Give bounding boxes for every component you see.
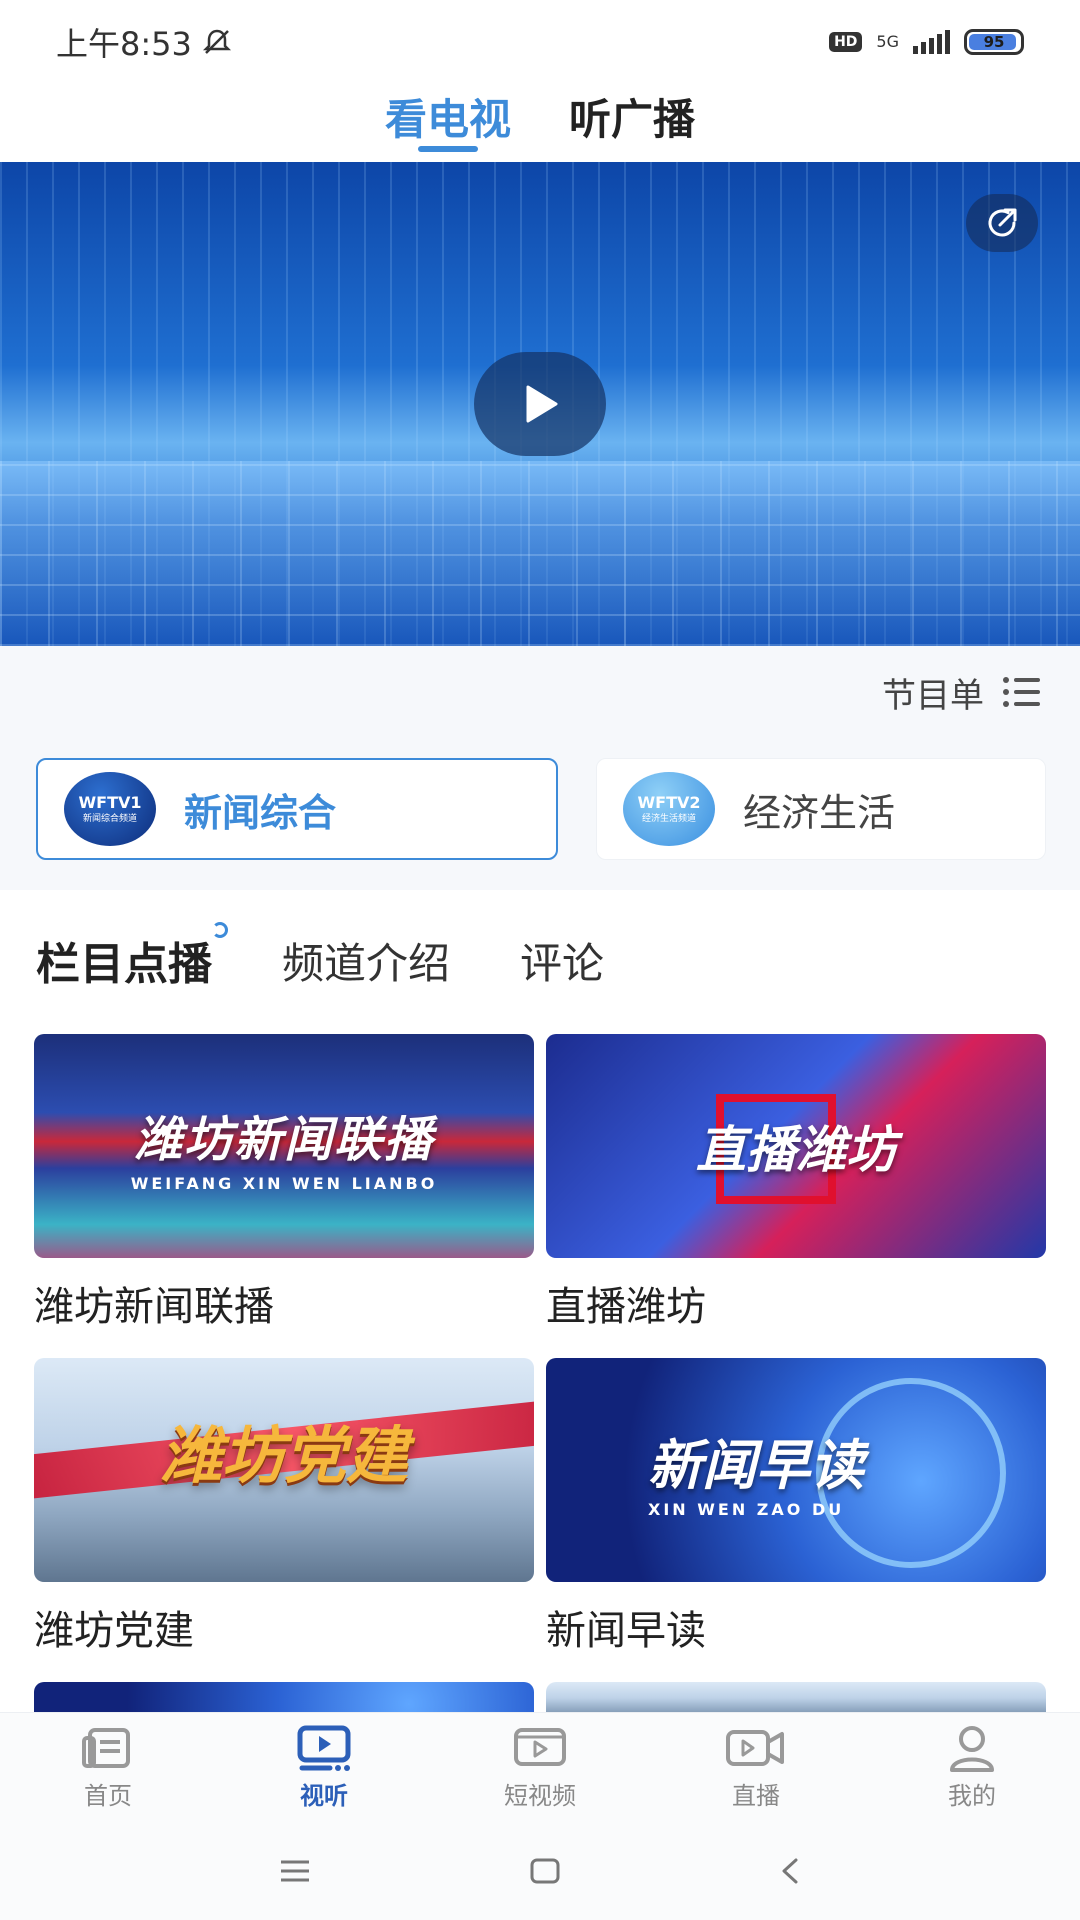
program-thumbnail: 潍坊党建 bbox=[34, 1358, 534, 1582]
tab-watch-tv[interactable]: 看电视 bbox=[385, 84, 511, 162]
section-tabs: 栏目点播 频道介绍 评论 bbox=[36, 920, 604, 1000]
channel-card-economy[interactable]: WFTV2 经济生活频道 经济生活 bbox=[596, 758, 1046, 860]
system-nav bbox=[0, 1822, 1080, 1920]
thumbnail-title: 潍坊新闻联播 bbox=[133, 1111, 434, 1168]
share-button[interactable] bbox=[966, 194, 1038, 252]
status-icons: HD 5G 95 bbox=[829, 29, 1024, 55]
play-button[interactable] bbox=[474, 352, 606, 456]
nav-label: 视听 bbox=[300, 1782, 348, 1810]
logo-subtitle: 经济生活频道 bbox=[641, 813, 696, 824]
program-title: 直播潍坊 bbox=[546, 1284, 706, 1330]
program-card[interactable]: 潍坊新闻联播 WEIFANG XIN WEN LIANBO 潍坊新闻联播 bbox=[34, 1034, 534, 1332]
live-camera-icon bbox=[726, 1730, 784, 1766]
nav-audio-video[interactable]: 视听 bbox=[244, 1724, 404, 1811]
thumbnail-subtitle: WEIFANG XIN WEN LIANBO bbox=[130, 1173, 438, 1193]
thumbnail-subtitle: XIN WEN ZAO DU bbox=[648, 1500, 845, 1519]
user-icon bbox=[950, 1726, 994, 1772]
short-video-icon bbox=[514, 1728, 566, 1766]
tab-comments[interactable]: 评论 bbox=[520, 930, 604, 991]
status-time-group: 上午8:53 bbox=[56, 19, 232, 65]
menu-icon[interactable] bbox=[278, 1858, 312, 1884]
refresh-indicator-icon bbox=[212, 922, 228, 938]
nav-mine[interactable]: 我的 bbox=[892, 1724, 1052, 1811]
channel-logo: WFTV2 经济生活频道 bbox=[623, 772, 715, 846]
channel-name: 经济生活 bbox=[743, 790, 896, 835]
home-square-icon[interactable] bbox=[529, 1857, 561, 1885]
thumbnail-title: 直播潍坊 bbox=[696, 1120, 896, 1179]
home-icon bbox=[82, 1728, 130, 1768]
player-background bbox=[0, 461, 1080, 646]
channel-card-news[interactable]: WFTV1 新闻综合频道 新闻综合 bbox=[36, 758, 558, 860]
network-type: 5G bbox=[876, 32, 899, 51]
video-player[interactable] bbox=[0, 162, 1080, 646]
nav-home[interactable]: 首页 bbox=[28, 1724, 188, 1811]
channel-name: 新闻综合 bbox=[184, 790, 337, 835]
top-tabs: 看电视 听广播 bbox=[0, 84, 1080, 162]
program-title: 潍坊党建 bbox=[34, 1608, 194, 1654]
program-thumbnail: 直播潍坊 bbox=[546, 1034, 1046, 1258]
logo-number: 2 bbox=[689, 792, 701, 812]
bottom-nav: 首页 视听 短视频 直播 我的 bbox=[0, 1712, 1080, 1822]
app-screen: 上午8:53 HD 5G 95 看电视 听广播 节目单 WFTV1 新闻综合频道… bbox=[0, 0, 1080, 1920]
tab-listen-radio[interactable]: 听广播 bbox=[569, 84, 695, 162]
nav-short-video[interactable]: 短视频 bbox=[460, 1724, 620, 1811]
program-title: 新闻早读 bbox=[546, 1608, 706, 1654]
program-card[interactable]: 潍坊党建 潍坊党建 bbox=[34, 1358, 534, 1656]
logo-text: WFTV bbox=[78, 792, 131, 812]
hd-badge: HD bbox=[829, 32, 863, 52]
channel-strip: WFTV1 新闻综合频道 新闻综合 WFTV2 经济生活频道 经济生活 bbox=[0, 738, 1080, 890]
nav-label: 短视频 bbox=[504, 1782, 576, 1810]
nav-label: 直播 bbox=[732, 1782, 780, 1810]
share-icon bbox=[988, 208, 1017, 237]
schedule-bar[interactable]: 节目单 bbox=[0, 646, 1080, 738]
tab-label: 栏目点播 bbox=[36, 939, 212, 990]
logo-number: 1 bbox=[130, 792, 142, 812]
tab-program-vod[interactable]: 栏目点播 bbox=[36, 922, 228, 992]
audio-video-icon bbox=[297, 1725, 351, 1771]
battery-icon: 95 bbox=[964, 29, 1024, 55]
status-bar: 上午8:53 HD 5G 95 bbox=[0, 0, 1080, 84]
thumbnail-title: 新闻早读 bbox=[648, 1433, 864, 1497]
nav-live[interactable]: 直播 bbox=[676, 1724, 836, 1811]
channel-logo: WFTV1 新闻综合频道 bbox=[64, 772, 156, 846]
program-thumbnail: 新闻早读 XIN WEN ZAO DU bbox=[546, 1358, 1046, 1582]
program-card[interactable]: 直播潍坊 直播潍坊 bbox=[546, 1034, 1046, 1332]
tab-channel-intro[interactable]: 频道介绍 bbox=[282, 930, 450, 991]
battery-level: 95 bbox=[983, 33, 1005, 51]
program-card[interactable]: 新闻早读 XIN WEN ZAO DU 新闻早读 bbox=[546, 1358, 1046, 1656]
thumbnail-title: 潍坊党建 bbox=[159, 1419, 408, 1492]
back-icon[interactable] bbox=[778, 1857, 802, 1885]
program-thumbnail: 潍坊新闻联播 WEIFANG XIN WEN LIANBO bbox=[34, 1034, 534, 1258]
list-icon[interactable] bbox=[1002, 675, 1042, 709]
logo-text: WFTV bbox=[637, 792, 690, 812]
nav-label: 我的 bbox=[948, 1782, 996, 1810]
schedule-label[interactable]: 节目单 bbox=[882, 668, 984, 717]
notification-off-icon bbox=[202, 29, 231, 54]
status-time: 上午8:53 bbox=[56, 25, 192, 63]
signal-icon bbox=[913, 30, 950, 54]
play-icon bbox=[526, 385, 558, 423]
program-title: 潍坊新闻联播 bbox=[34, 1284, 274, 1330]
logo-subtitle: 新闻综合频道 bbox=[82, 813, 137, 824]
nav-label: 首页 bbox=[84, 1782, 132, 1810]
